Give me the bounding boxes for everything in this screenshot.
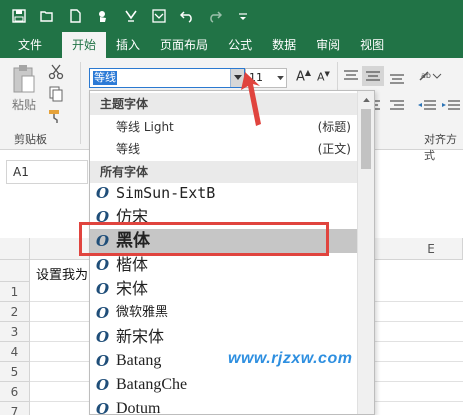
opentype-icon: O [96, 328, 110, 346]
column-header-e[interactable]: E [400, 238, 463, 260]
spelling-icon[interactable] [148, 5, 170, 27]
opentype-icon: O [96, 184, 110, 202]
opentype-icon: O [96, 256, 110, 274]
format-painter-icon[interactable] [120, 5, 142, 27]
opentype-icon: O [96, 400, 110, 415]
redo-icon[interactable] [204, 5, 226, 27]
tab-file[interactable]: 文件 [0, 32, 62, 58]
cell-a1-text[interactable]: 设置我为 [36, 264, 88, 283]
decrease-indent-icon[interactable] [418, 100, 436, 112]
alignment-group-label: 对齐方式 [424, 133, 457, 162]
name-box[interactable]: A1 [6, 160, 88, 184]
theme-fonts-header: 主题字体 [90, 93, 357, 115]
format-brush-icon[interactable] [48, 108, 64, 124]
tab-formulas[interactable]: 公式 [218, 32, 262, 58]
copy-icon[interactable] [48, 86, 64, 102]
align-top-icon[interactable] [344, 70, 358, 82]
row-header[interactable]: 1 [0, 282, 30, 302]
font-name: 楷体 [116, 255, 149, 274]
paste-button[interactable]: 粘贴 [12, 96, 36, 113]
chevron-down-icon[interactable] [275, 69, 285, 87]
font-name: BatangChe [116, 376, 188, 393]
cut-icon[interactable] [48, 64, 64, 80]
red-arrow-icon [241, 72, 261, 126]
undo-icon[interactable] [176, 5, 198, 27]
font-name: 新宋体 [116, 327, 165, 346]
customize-icon[interactable] [232, 5, 254, 27]
tab-home[interactable]: 开始 [62, 32, 107, 58]
save-icon[interactable] [8, 5, 30, 27]
tab-view[interactable]: 视图 [350, 32, 394, 58]
row-header[interactable]: 5 [0, 362, 30, 382]
font-item[interactable]: O Dotum [90, 397, 357, 415]
font-role-tag: (标题) [317, 120, 351, 134]
row-header[interactable]: 3 [0, 322, 30, 342]
divider [80, 62, 81, 144]
row-header[interactable]: 2 [0, 302, 30, 322]
font-item[interactable]: O 新宋体 [90, 325, 357, 349]
font-item[interactable]: O 楷体 [90, 253, 357, 277]
tab-insert[interactable]: 插入 [106, 32, 150, 58]
tab-data[interactable]: 数据 [262, 32, 306, 58]
ribbon-tabs: 文件 开始 插入 页面布局 公式 数据 审阅 视图 [0, 32, 463, 58]
scroll-thumb[interactable] [361, 109, 371, 169]
scroll-up-icon[interactable] [358, 91, 374, 108]
font-name-value: 等线 [93, 71, 117, 85]
row-header[interactable]: 7 [0, 402, 30, 415]
font-item[interactable]: O 宋体 [90, 277, 357, 301]
dropdown-scrollbar[interactable] [357, 91, 374, 414]
clipboard-group-label: 剪贴板 [14, 133, 47, 146]
highlight-box [79, 222, 329, 256]
decrease-font-icon[interactable]: A▼ [317, 70, 330, 84]
align-middle-button[interactable] [362, 66, 384, 86]
touch-mode-icon[interactable] [92, 5, 114, 27]
theme-font-item[interactable]: 等线 (正文) [90, 137, 357, 161]
font-name-combobox[interactable]: 等线 [89, 68, 245, 88]
font-name: SimSun-ExtB [116, 184, 216, 202]
new-icon[interactable] [64, 5, 86, 27]
row-header[interactable]: 6 [0, 382, 30, 402]
watermark: www.rjzxw.com [228, 350, 353, 367]
font-name: 等线 [116, 142, 141, 156]
row-header[interactable]: 4 [0, 342, 30, 362]
tab-review[interactable]: 审阅 [306, 32, 350, 58]
font-name: 宋体 [116, 279, 149, 298]
theme-font-item[interactable]: 等线 Light (标题) [90, 115, 357, 139]
font-item[interactable]: O SimSun-ExtB [90, 181, 357, 205]
orientation-icon[interactable]: ab [418, 68, 442, 84]
font-item[interactable]: O 微软雅黑 [90, 301, 357, 325]
increase-indent-icon[interactable] [442, 100, 460, 112]
font-name: Batang [116, 352, 162, 369]
opentype-icon: O [96, 376, 110, 394]
font-role-tag: (正文) [317, 142, 351, 156]
opentype-icon: O [96, 304, 110, 322]
quick-access-toolbar [0, 0, 463, 32]
row-header[interactable] [0, 260, 30, 282]
font-name: 微软雅黑 [116, 305, 169, 320]
tab-page-layout[interactable]: 页面布局 [150, 32, 218, 58]
all-fonts-header: 所有字体 [90, 161, 357, 183]
increase-font-icon[interactable]: A▲ [296, 68, 311, 84]
select-all-corner[interactable] [0, 238, 30, 260]
font-item[interactable]: O BatangChe [90, 373, 357, 397]
font-name: Dotum [116, 400, 161, 415]
font-name: 等线 Light [116, 120, 174, 134]
align-bottom-icon[interactable] [390, 72, 404, 84]
opentype-icon: O [96, 280, 110, 298]
align-right-icon[interactable] [390, 100, 404, 112]
open-icon[interactable] [36, 5, 58, 27]
paste-icon[interactable] [12, 64, 36, 94]
svg-text:ab: ab [421, 71, 431, 80]
opentype-icon: O [96, 352, 110, 370]
